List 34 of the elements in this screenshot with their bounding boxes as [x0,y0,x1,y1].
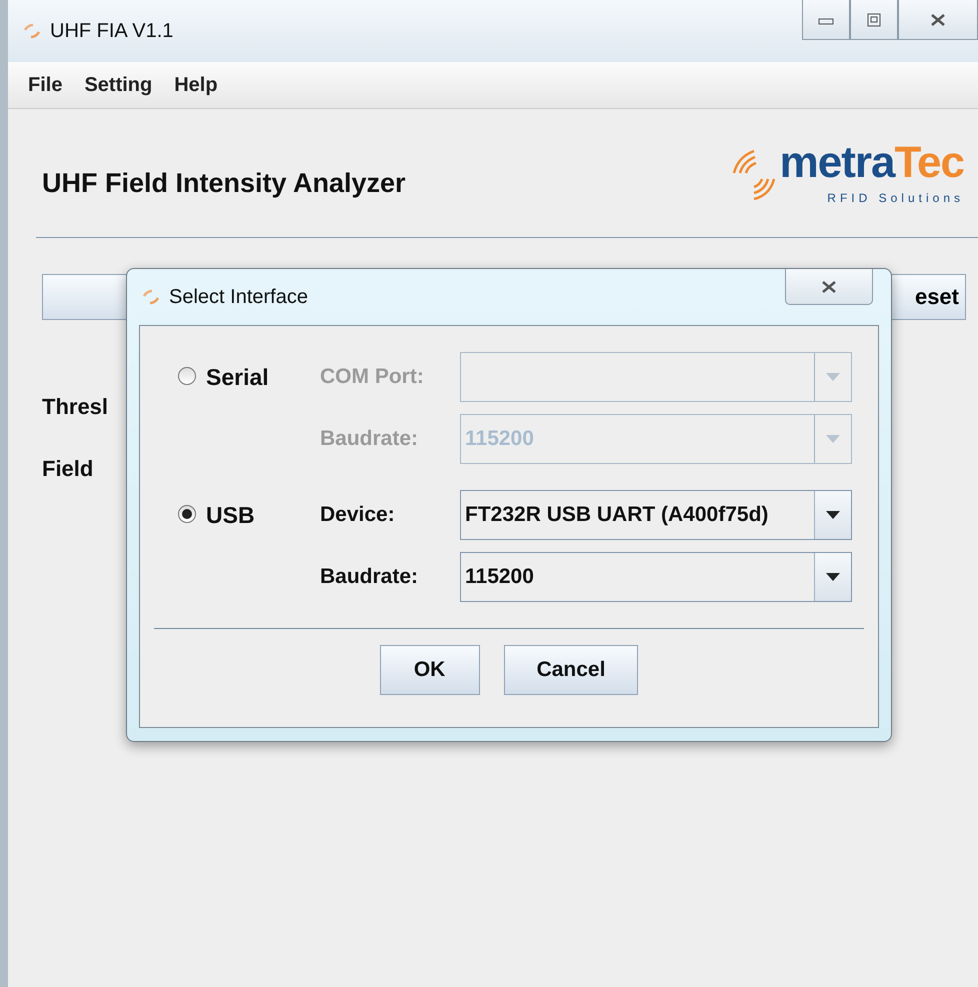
dropdown[interactable]: 115200 [460,552,852,602]
field-label: Baudrate: [320,565,420,589]
radio-label: Serial [206,364,269,391]
menu-item[interactable]: Setting [84,74,152,96]
radio-button[interactable] [178,367,196,385]
close-button[interactable] [785,269,873,305]
maximize-button[interactable] [850,0,898,40]
dialog-button[interactable]: Cancel [504,645,638,695]
menu-item[interactable]: File [28,74,62,96]
field-label: Field [42,456,94,482]
app-heading: UHF Field Intensity Analyzer [42,166,406,198]
field-label: Thresl [42,394,108,420]
menu-item[interactable]: Help [174,74,218,96]
radio-button[interactable] [178,505,196,523]
field-label: Baudrate: [320,427,420,451]
dropdown[interactable]: FT232R USB UART (A400f75d) [460,490,852,540]
close-button[interactable] [898,0,978,40]
close-icon [820,280,838,294]
radio-label: USB [206,502,255,529]
dialog-button[interactable]: OK [380,645,480,695]
dropdown-arrow-icon [826,435,840,443]
dropdown-arrow-icon [826,373,840,381]
maximize-icon [867,12,881,26]
app-icon [22,21,42,41]
dialog-title: Select Interface [169,286,308,308]
dropdown-arrow-icon [826,511,840,519]
dropdown-arrow-icon [826,573,840,581]
brand-name: metraTec [780,141,964,185]
brand-tagline: RFID Solutions [827,191,964,205]
field-label: Device: [320,503,396,527]
close-icon [929,12,947,26]
field-label: COM Port: [320,365,425,389]
window-title: UHF FIA V1.1 [50,20,174,42]
app-icon [141,287,161,307]
